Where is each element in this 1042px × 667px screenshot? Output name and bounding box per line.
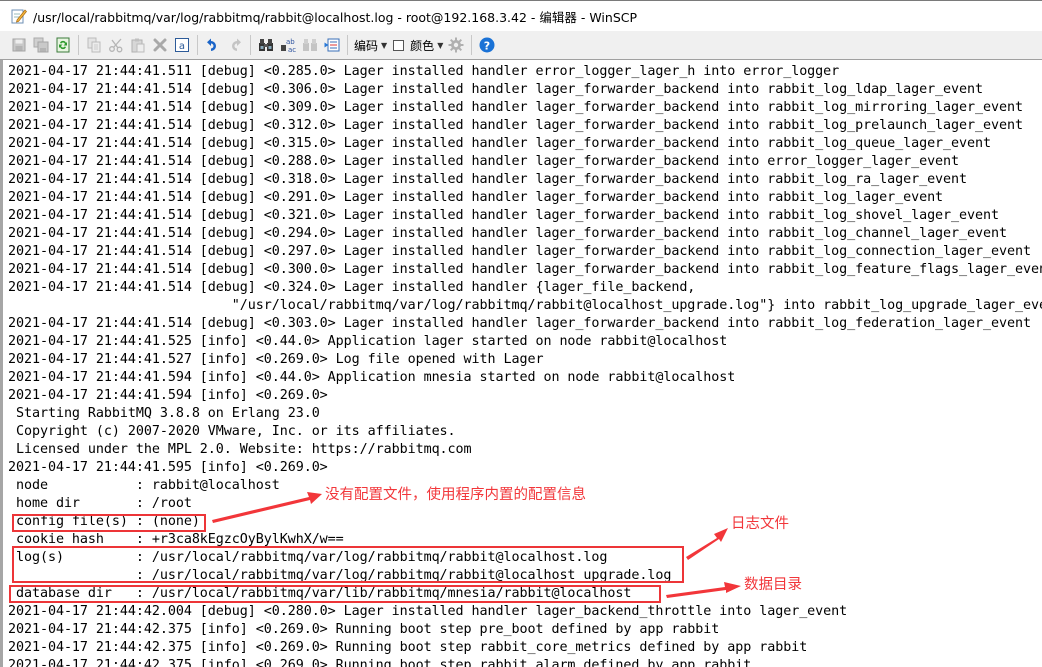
window-title: /usr/local/rabbitmq/var/log/rabbitmq/rab… — [33, 9, 638, 25]
svg-text:a: a — [179, 41, 185, 52]
highlight-config-file — [12, 514, 206, 532]
toolbar-separator — [471, 35, 473, 55]
encoding-label: 编码 — [354, 38, 379, 53]
delete-icon[interactable] — [149, 34, 171, 56]
copy-icon[interactable] — [83, 34, 105, 56]
reload-icon[interactable] — [52, 34, 74, 56]
annotation-db-note: 数据目录 — [744, 577, 802, 593]
edit-file-icon — [11, 8, 27, 24]
find-icon[interactable] — [255, 34, 277, 56]
color-label: 颜色 — [410, 38, 435, 53]
log-line: 2021-04-17 21:44:42.375 [info] <0.269.0>… — [8, 658, 752, 667]
log-line: 2021-04-17 21:44:41.594 [info] <0.44.0> … — [8, 370, 736, 385]
log-line: 2021-04-17 21:44:41.514 [debug] <0.291.0… — [8, 190, 944, 205]
log-line: 2021-04-17 21:44:42.375 [info] <0.269.0>… — [8, 640, 808, 655]
log-line: 2021-04-17 21:44:41.514 [debug] <0.288.0… — [8, 154, 960, 169]
log-line: Licensed under the MPL 2.0. Website: htt… — [8, 442, 472, 457]
log-line: 2021-04-17 21:44:41.527 [info] <0.269.0>… — [8, 352, 544, 367]
log-line: 2021-04-17 21:44:42.375 [info] <0.269.0>… — [8, 622, 720, 637]
log-line: 2021-04-17 21:44:42.004 [debug] <0.280.0… — [8, 604, 848, 619]
svg-text:ab: ab — [286, 38, 295, 46]
select-all-icon[interactable]: a — [171, 34, 193, 56]
log-line: node : rabbit@localhost — [8, 478, 280, 493]
log-line: 2021-04-17 21:44:41.514 [debug] <0.306.0… — [8, 82, 984, 97]
paste-icon[interactable] — [127, 34, 149, 56]
log-line: "/usr/local/rabbitmq/var/log/rabbitmq/ra… — [8, 298, 1042, 313]
log-line: 2021-04-17 21:44:41.514 [debug] <0.315.0… — [8, 136, 991, 151]
svg-text:?: ? — [484, 39, 490, 52]
log-line: home dir : /root — [8, 496, 192, 511]
annotation-config-note: 没有配置文件，使用程序内置的配置信息 — [325, 487, 586, 503]
log-line: 2021-04-17 21:44:41.514 [debug] <0.324.0… — [8, 280, 696, 295]
find-next-icon[interactable] — [299, 34, 321, 56]
log-line: 2021-04-17 21:44:41.514 [debug] <0.321.0… — [8, 208, 999, 223]
log-line: Starting RabbitMQ 3.8.8 on Erlang 23.0 — [8, 406, 320, 421]
save-icon[interactable] — [8, 34, 30, 56]
save-all-icon[interactable] — [30, 34, 52, 56]
toolbar-separator — [78, 35, 79, 55]
annotation-log-note: 日志文件 — [731, 516, 789, 532]
highlight-logs — [12, 546, 684, 583]
toolbar-separator — [250, 35, 251, 55]
encoding-dropdown[interactable]: 编码 ▼ — [354, 37, 387, 54]
editor-toolbar: a ab ac 编码 ▼ 颜色 ▼ ? — [0, 31, 1042, 60]
log-line: 2021-04-17 21:44:41.514 [debug] <0.297.0… — [8, 244, 1031, 259]
toolbar-separator — [197, 35, 198, 55]
chevron-down-icon: ▼ — [381, 40, 388, 50]
log-line: 2021-04-17 21:44:41.511 [debug] <0.285.0… — [8, 64, 840, 79]
log-line: 2021-04-17 21:44:41.514 [debug] <0.318.0… — [8, 172, 968, 187]
toolbar-separator — [347, 35, 348, 55]
log-line: 2021-04-17 21:44:41.514 [debug] <0.303.0… — [8, 316, 1031, 331]
settings-icon[interactable] — [445, 34, 467, 56]
log-line: 2021-04-17 21:44:41.594 [info] <0.269.0> — [8, 388, 328, 403]
log-line: 2021-04-17 21:44:41.514 [debug] <0.294.0… — [8, 226, 1007, 241]
cut-icon[interactable] — [105, 34, 127, 56]
log-line: Copyright (c) 2007-2020 VMware, Inc. or … — [8, 424, 456, 439]
redo-icon[interactable] — [224, 34, 246, 56]
log-line: 2021-04-17 21:44:41.514 [debug] <0.300.0… — [8, 262, 1042, 277]
color-dropdown[interactable]: 颜色 ▼ — [410, 37, 443, 54]
highlight-database-dir — [9, 585, 661, 603]
log-line: 2021-04-17 21:44:41.595 [info] <0.269.0> — [8, 460, 328, 475]
goto-line-icon[interactable] — [321, 34, 343, 56]
chevron-down-icon: ▼ — [437, 40, 444, 50]
replace-icon[interactable]: ab ac — [277, 34, 299, 56]
help-icon[interactable]: ? — [476, 34, 498, 56]
log-line: 2021-04-17 21:44:41.514 [debug] <0.309.0… — [8, 100, 1023, 115]
svg-text:ac: ac — [288, 46, 296, 53]
log-line: 2021-04-17 21:44:41.525 [info] <0.44.0> … — [8, 334, 728, 349]
color-checkbox[interactable] — [393, 39, 405, 51]
undo-icon[interactable] — [202, 34, 224, 56]
log-line: 2021-04-17 21:44:41.514 [debug] <0.312.0… — [8, 118, 1023, 133]
title-bar: /usr/local/rabbitmq/var/log/rabbitmq/rab… — [0, 0, 1042, 31]
